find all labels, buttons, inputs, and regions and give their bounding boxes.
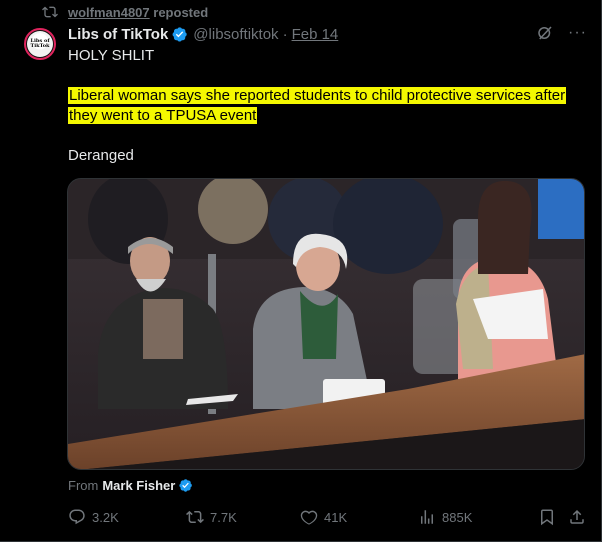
grok-icon[interactable] [536,24,554,42]
tweet-line-1: HOLY SHLIT [68,47,155,64]
bookmark-button[interactable] [538,508,556,526]
reply-icon [69,509,85,525]
repost-icon [42,6,58,18]
repost-count: 7.7K [210,509,237,525]
views-icon [421,510,433,524]
like-count: 41K [324,509,348,525]
like-icon [300,510,318,525]
media-credit: From Mark Fisher [68,478,198,493]
video-player[interactable] [67,178,585,470]
share-button[interactable] [568,508,586,526]
tweet-text: HOLY SHLIT Liberal woman says she report… [68,46,593,166]
separator-dot: · [282,25,288,43]
media-credit-prefix: From [68,478,99,493]
author-display-name[interactable]: Libs of TikTok [68,26,168,43]
views-button[interactable]: 885K [418,508,472,526]
top-actions: ··· [536,24,587,42]
share-icon [570,509,584,524]
more-icon[interactable]: ··· [568,25,587,41]
bookmark-icon [541,509,553,526]
post-date[interactable]: Feb 14 [292,26,339,43]
repost-button[interactable]: 7.7K [186,508,237,526]
credit-verified-badge-icon [178,478,193,493]
avatar-logo: Libs of TikTok [27,31,53,57]
highlighted-text-1: Liberal woman says she reported students… [68,87,567,104]
highlighted-text-2: they went to a TPUSA event [68,107,258,124]
video-frame [68,179,584,469]
repost-suffix: reposted [149,4,209,20]
like-button[interactable]: 41K [300,508,347,526]
action-bar: 3.2K 7.7K 41K 885K [68,506,588,528]
media-credit-name[interactable]: Mark Fisher [102,478,175,493]
tweet-card[interactable]: wolfman4807 reposted Libs of TikTok Libs… [0,0,602,542]
tweet-header: Libs of TikTok @libsoftiktok · Feb 14 [68,24,338,44]
reply-count: 3.2K [92,509,119,525]
repost-user-link[interactable]: wolfman4807 [68,5,150,20]
repost-banner: wolfman4807 reposted [42,4,208,20]
avatar[interactable]: Libs of TikTok [24,28,56,60]
author-handle[interactable]: @libsoftiktok [193,26,278,43]
verified-badge-icon[interactable] [171,26,188,43]
tweet-line-3: Deranged [68,147,134,164]
reply-button[interactable]: 3.2K [68,508,119,526]
repost-action-icon [186,510,204,524]
view-count: 885K [442,509,473,525]
